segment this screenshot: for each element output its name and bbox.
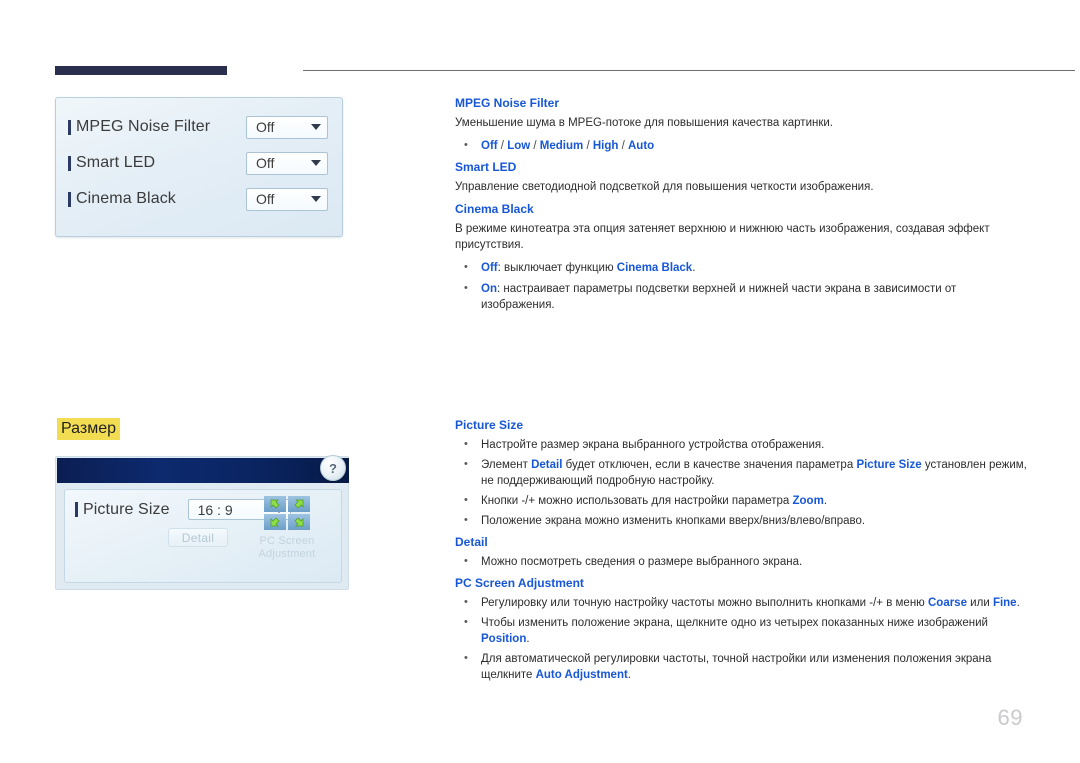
heading-smart-led: Smart LED [455,160,517,174]
list-item-picture-size-4: Положение экрана можно изменить кнопками… [455,512,1027,529]
text-off-tail: . [692,262,696,274]
list-item-pcsa-3: Для автоматической регулировки частоты, … [455,650,1027,683]
text-ps2-a: Элемент [481,459,532,471]
text-pcsa1-c: . [1016,597,1020,609]
list-item-pcsa-2: Чтобы изменить положение экрана, щелкнит… [455,614,1027,647]
section-heading-razmer: Размер [57,418,120,440]
header-bar-thin [303,70,1075,71]
option-low: Low [507,140,531,152]
bullet-list-detail: Можно посмотреть сведения о размере выбр… [455,553,1027,570]
osd-label-smart-led: Smart LED [76,154,156,171]
bullet-list-mpeg-options: Off / Low / Medium / High / Auto [455,137,1027,154]
text-pcsa1-a: Регулировку или точную настройку частоты… [481,597,928,609]
osd-select-smart-led[interactable]: Off [246,151,328,175]
osd-select-cinema-black[interactable]: Off [246,187,328,211]
position-bottom-left-icon[interactable] [264,514,286,530]
option-medium: Medium [539,140,584,152]
option-off: Off [481,140,498,152]
osd-label-mpeg-noise-filter: MPEG Noise Filter [76,118,211,135]
osd-row-mpeg-noise-filter[interactable]: MPEG Noise Filter Off [68,109,328,145]
option-auto: Auto [628,140,655,152]
text-ps3-a: Кнопки -/+ можно использовать для настро… [481,495,793,507]
keyword-zoom: Zoom [792,495,824,507]
content-column-top: MPEG Noise Filter Уменьшение шума в MPEG… [455,96,1027,319]
list-item-cinema-black-on: On: настраивает параметры подсветки верх… [455,280,1027,313]
chevron-down-icon [311,124,321,130]
keyword-fine: Fine [992,597,1017,609]
text-on-description: : настраивает параметры подсветки верхне… [481,283,957,311]
position-bottom-right-icon[interactable] [288,514,310,530]
osd-row-smart-led[interactable]: Smart LED Off [68,145,328,181]
keyword-on: On [481,283,497,295]
list-item-picture-size-1: Настройте размер экрана выбранного устро… [455,436,1027,453]
option-separator: / [497,140,508,152]
keyword-picture-size: Picture Size [856,459,922,471]
text-off-description: : выключает функцию [497,262,617,274]
help-icon[interactable]: ? [320,455,346,481]
keyword-position: Position [481,633,527,645]
heading-detail: Detail [455,535,488,549]
paragraph-cinema-black: В режиме кинотеатра эта опция затеняет в… [455,223,990,251]
text-ps2-b: будет отключен, если в качестве значения… [562,459,857,471]
osd-select-mpeg-noise-filter[interactable]: Off [246,115,328,139]
pc-screen-adjustment-block[interactable]: PC Screen Adjustment [241,496,333,561]
osd-label-picture-size: Picture Size [83,500,170,518]
chevron-down-icon [311,160,321,166]
list-item-detail-1: Можно посмотреть сведения о размере выбр… [455,553,1027,570]
osd-label-cinema-black: Cinema Black [76,190,176,207]
list-item-mpeg-options: Off / Low / Medium / High / Auto [455,137,1027,154]
keyword-cinema-black: Cinema Black [616,262,693,274]
text-ps3-b: . [823,495,828,507]
osd-panel-picture-options: MPEG Noise Filter Off Smart LED Off Cine… [55,97,343,237]
osd-select-value-picture-size: 16 : 9 [197,501,233,518]
option-separator: / [583,140,593,152]
paragraph-smart-led: Управление светодиодной подсветкой для п… [455,181,874,193]
keyword-detail: Detail [531,459,563,471]
bullet-list-picture-size: Настройте размер экрана выбранного устро… [455,436,1027,529]
header-bar-thick [55,66,227,75]
list-item-pcsa-1: Регулировку или точную настройку частоты… [455,594,1027,611]
pc-screen-adjustment-caption: PC Screen Adjustment [258,535,316,560]
osd-window-titlebar [57,458,349,483]
option-high: High [592,140,619,152]
content-column-bottom: Picture Size Настройте размер экрана выб… [455,418,1027,689]
text-pcsa3-b: . [627,669,631,681]
list-item-picture-size-2: Элемент Detail будет отключен, если в ка… [455,456,1027,489]
heading-cinema-black: Cinema Black [455,202,534,216]
keyword-off: Off [481,262,498,274]
page-number: 69 [997,705,1023,730]
osd-select-value-mpeg-noise-filter: Off [256,119,275,135]
page-header-rule [55,66,1075,76]
text-pcsa2-a: Чтобы изменить положение экрана, щелкнит… [481,617,988,629]
detail-button[interactable]: Detail [168,528,228,547]
chevron-down-icon [311,196,321,202]
bullet-list-pc-screen-adjustment: Регулировку или точную настройку частоты… [455,594,1027,683]
heading-picture-size: Picture Size [455,418,524,432]
osd-window-picture-size: ? Picture Size 16 : 9 Detail PC Screen A… [55,455,349,590]
position-top-left-icon[interactable] [264,496,286,512]
heading-pc-screen-adjustment: PC Screen Adjustment [455,576,584,590]
heading-mpeg-noise-filter: MPEG Noise Filter [455,96,560,110]
option-separator: / [618,140,628,152]
osd-row-cinema-black[interactable]: Cinema Black Off [68,181,328,217]
row-accent-bar-icon [68,155,71,171]
row-accent-bar-icon [68,191,71,207]
paragraph-mpeg-noise-filter: Уменьшение шума в MPEG-потоке для повыше… [455,117,833,129]
list-item-picture-size-3: Кнопки -/+ можно использовать для настро… [455,492,1027,509]
osd-select-value-cinema-black: Off [256,191,275,207]
osd-select-value-smart-led: Off [256,155,275,171]
keyword-auto-adjustment: Auto Adjustment [535,669,628,681]
option-separator: / [530,140,540,152]
position-top-right-icon[interactable] [288,496,310,512]
bullet-list-cinema-black: Off: выключает функцию Cinema Black. On:… [455,259,1027,313]
row-accent-bar-icon [75,502,78,517]
osd-window-body: Picture Size 16 : 9 Detail PC Screen Adj… [64,489,342,583]
keyword-coarse: Coarse [927,597,967,609]
text-pcsa1-b: или [966,597,993,609]
row-accent-bar-icon [68,119,71,135]
text-pcsa2-b: . [526,633,530,645]
pc-screen-adjustment-grid-icon[interactable] [264,496,310,530]
list-item-cinema-black-off: Off: выключает функцию Cinema Black. [455,259,1027,276]
